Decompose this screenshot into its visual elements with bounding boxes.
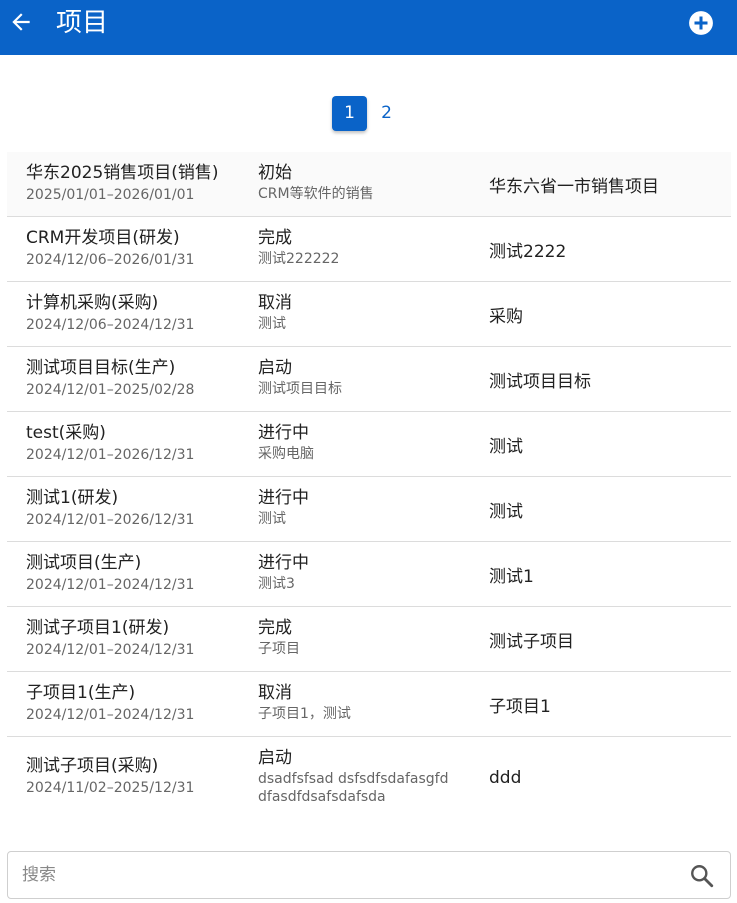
plus-circle-icon[interactable] bbox=[688, 10, 714, 36]
project-status-cell: 启动 测试项目目标 bbox=[258, 356, 478, 398]
project-target: 子项目1 bbox=[489, 696, 551, 717]
search-icon[interactable] bbox=[689, 863, 715, 889]
project-name-cell: test(采购) 2024/12/01–2026/12/31 bbox=[26, 421, 194, 465]
project-dates: 2024/12/01–2024/12/31 bbox=[26, 642, 195, 658]
project-target: 华东六省一市销售项目 bbox=[489, 176, 659, 197]
project-row[interactable]: 测试项目(生产) 2024/12/01–2024/12/31 进行中 测试3 测… bbox=[7, 542, 731, 607]
project-status-cell: 取消 测试 bbox=[258, 291, 478, 333]
project-description: CRM等软件的销售 bbox=[258, 186, 374, 202]
page-button-2[interactable]: 2 bbox=[369, 96, 404, 131]
project-description: 子项目 bbox=[258, 641, 300, 657]
project-status: 取消 bbox=[258, 293, 292, 313]
project-name: test(采购) bbox=[26, 423, 106, 443]
project-name-cell: 子项目1(生产) 2024/12/01–2024/12/31 bbox=[26, 681, 194, 725]
project-name: 华东2025销售项目(销售) bbox=[26, 163, 219, 183]
project-name-cell: 华东2025销售项目(销售) 2025/01/01–2026/01/01 bbox=[26, 161, 219, 205]
search-input[interactable] bbox=[22, 852, 662, 898]
project-name: 测试子项目1(研发) bbox=[26, 618, 170, 638]
project-status-cell: 进行中 采购电脑 bbox=[258, 421, 478, 463]
project-name-cell: CRM开发项目(研发) 2024/12/06–2026/01/31 bbox=[26, 226, 194, 270]
project-status: 启动 bbox=[258, 358, 292, 378]
search-bar bbox=[7, 851, 731, 899]
project-description: 子项目1，测试 bbox=[258, 706, 351, 722]
arrow-left-icon[interactable] bbox=[8, 9, 34, 35]
project-target: 测试 bbox=[489, 436, 523, 457]
project-description: 测试项目目标 bbox=[258, 381, 342, 397]
project-row[interactable]: 子项目1(生产) 2024/12/01–2024/12/31 取消 子项目1，测… bbox=[7, 672, 731, 737]
page-title: 项目 bbox=[56, 8, 109, 38]
project-name-cell: 计算机采购(采购) 2024/12/06–2024/12/31 bbox=[26, 291, 194, 335]
project-name: 子项目1(生产) bbox=[26, 683, 136, 703]
project-description: 测试3 bbox=[258, 576, 295, 592]
project-name-cell: 测试子项目1(研发) 2024/12/01–2024/12/31 bbox=[26, 616, 194, 660]
project-name: 测试项目(生产) bbox=[26, 553, 142, 573]
project-status: 启动 bbox=[258, 748, 292, 768]
project-target: 测试子项目 bbox=[489, 631, 574, 652]
project-name-cell: 测试项目目标(生产) 2024/12/01–2025/02/28 bbox=[26, 356, 194, 400]
app-bar: 项目 bbox=[0, 0, 737, 55]
project-name: 测试1(研发) bbox=[26, 488, 119, 508]
project-status: 进行中 bbox=[258, 423, 309, 443]
project-name-cell: 测试子项目(采购) 2024/11/02–2025/12/31 bbox=[26, 754, 194, 798]
project-description: 测试 bbox=[258, 316, 286, 332]
project-status: 取消 bbox=[258, 683, 292, 703]
project-status-cell: 初始 CRM等软件的销售 bbox=[258, 161, 478, 203]
project-name: 计算机采购(采购) bbox=[26, 293, 159, 313]
project-status-cell: 进行中 测试 bbox=[258, 486, 478, 528]
project-target: 测试 bbox=[489, 501, 523, 522]
project-dates: 2024/12/01–2026/12/31 bbox=[26, 512, 195, 528]
project-description: 测试 bbox=[258, 511, 286, 527]
project-target: 测试1 bbox=[489, 566, 534, 587]
page-button-1[interactable]: 1 bbox=[332, 95, 367, 131]
project-description: 测试222222 bbox=[258, 251, 340, 267]
project-dates: 2024/12/06–2024/12/31 bbox=[26, 317, 195, 333]
project-name: 测试子项目(采购) bbox=[26, 756, 159, 776]
project-row[interactable]: 测试1(研发) 2024/12/01–2026/12/31 进行中 测试 测试 bbox=[7, 477, 731, 542]
project-row[interactable]: 计算机采购(采购) 2024/12/06–2024/12/31 取消 测试 采购 bbox=[7, 282, 731, 347]
project-name: CRM开发项目(研发) bbox=[26, 228, 180, 248]
project-row[interactable]: 测试子项目(采购) 2024/11/02–2025/12/31 启动 dsadf… bbox=[7, 737, 731, 819]
project-dates: 2024/12/01–2024/12/31 bbox=[26, 707, 195, 723]
project-status-cell: 进行中 测试3 bbox=[258, 551, 478, 593]
project-status-cell: 完成 测试222222 bbox=[258, 226, 478, 268]
project-row[interactable]: CRM开发项目(研发) 2024/12/06–2026/01/31 完成 测试2… bbox=[7, 217, 731, 282]
project-status: 完成 bbox=[258, 618, 292, 638]
project-status-cell: 取消 子项目1，测试 bbox=[258, 681, 478, 723]
project-target: 测试项目目标 bbox=[489, 371, 591, 392]
project-dates: 2024/12/01–2025/02/28 bbox=[26, 382, 195, 398]
project-description: dsadfsfsad dsfsdfsdafasgfd dfasdfdsafsda… bbox=[258, 771, 449, 805]
project-status: 进行中 bbox=[258, 553, 309, 573]
project-name: 测试项目目标(生产) bbox=[26, 358, 176, 378]
project-row[interactable]: 测试子项目1(研发) 2024/12/01–2024/12/31 完成 子项目 … bbox=[7, 607, 731, 672]
project-status: 完成 bbox=[258, 228, 292, 248]
project-row[interactable]: 测试项目目标(生产) 2024/12/01–2025/02/28 启动 测试项目… bbox=[7, 347, 731, 412]
project-status: 初始 bbox=[258, 163, 292, 183]
project-target: ddd bbox=[489, 768, 522, 788]
project-name-cell: 测试1(研发) 2024/12/01–2026/12/31 bbox=[26, 486, 194, 530]
project-dates: 2025/01/01–2026/01/01 bbox=[26, 187, 195, 203]
project-status: 进行中 bbox=[258, 488, 309, 508]
project-target: 采购 bbox=[489, 306, 523, 327]
project-description: 采购电脑 bbox=[258, 446, 314, 462]
pagination: 1 2 bbox=[332, 95, 404, 131]
project-dates: 2024/12/01–2026/12/31 bbox=[26, 447, 195, 463]
project-status-cell: 启动 dsadfsfsad dsfsdfsdafasgfd dfasdfdsaf… bbox=[258, 746, 478, 806]
project-dates: 2024/12/06–2026/01/31 bbox=[26, 252, 195, 268]
project-list: 华东2025销售项目(销售) 2025/01/01–2026/01/01 初始 … bbox=[7, 152, 731, 819]
project-name-cell: 测试项目(生产) 2024/12/01–2024/12/31 bbox=[26, 551, 194, 595]
project-row[interactable]: test(采购) 2024/12/01–2026/12/31 进行中 采购电脑 … bbox=[7, 412, 731, 477]
project-target: 测试2222 bbox=[489, 241, 567, 262]
project-status-cell: 完成 子项目 bbox=[258, 616, 478, 658]
project-row[interactable]: 华东2025销售项目(销售) 2025/01/01–2026/01/01 初始 … bbox=[7, 152, 731, 217]
project-dates: 2024/12/01–2024/12/31 bbox=[26, 577, 195, 593]
project-dates: 2024/11/02–2025/12/31 bbox=[26, 780, 195, 796]
